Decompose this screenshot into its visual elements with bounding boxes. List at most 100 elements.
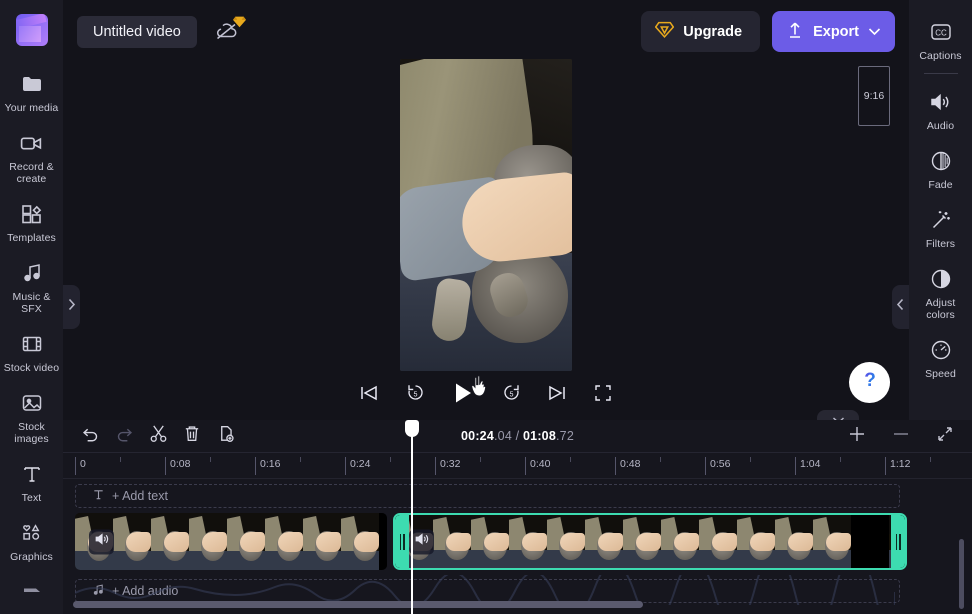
sidebar-item-audio[interactable]: Audio (909, 80, 972, 139)
video-clip-1[interactable] (75, 513, 387, 570)
sidebar-item-stock-images[interactable]: Stock images (0, 381, 63, 452)
undo-button[interactable] (77, 423, 103, 449)
duplicate-icon (217, 424, 236, 448)
sidebar-item-your-media[interactable]: Your media (0, 62, 63, 121)
aspect-ratio-badge[interactable]: 9:16 (858, 66, 890, 126)
export-button[interactable]: Export (772, 11, 895, 52)
zoom-out-button[interactable] (888, 423, 914, 449)
sidebar-item-label: Graphics (10, 551, 53, 563)
left-panel-collapse-button[interactable] (63, 285, 80, 329)
ruler-label: 0:08 (170, 458, 191, 470)
svg-text:?: ? (864, 370, 876, 391)
plus-icon (847, 424, 867, 449)
redo-button[interactable] (111, 423, 137, 449)
fullscreen-icon (593, 383, 613, 408)
upgrade-button[interactable]: Upgrade (641, 11, 761, 52)
video-clip-2[interactable]: My Precious.mp4 (393, 513, 907, 570)
speedometer-icon (928, 337, 954, 363)
music-note-icon (19, 260, 45, 286)
video-preview[interactable] (400, 59, 572, 371)
scissors-icon (149, 424, 168, 448)
undo-arrow-icon (81, 425, 100, 448)
chevron-down-icon (868, 24, 881, 40)
sidebar-item-label: Templates (7, 232, 56, 244)
fit-to-screen-button[interactable] (932, 423, 958, 449)
sidebar-item-label: Fade (928, 179, 953, 191)
sidebar-item-music-sfx[interactable]: Music & SFX (0, 251, 63, 322)
sidebar-item-label: Stock images (14, 421, 49, 445)
skip-to-start-button[interactable] (356, 382, 382, 408)
film-strip-icon (19, 331, 45, 357)
text-t-icon (19, 461, 45, 487)
project-title-input[interactable]: Untitled video (77, 15, 197, 48)
timeline-zoom-controls (844, 423, 958, 449)
sidebar-item-label: Audio (926, 120, 955, 132)
clip-mute-indicator[interactable] (89, 529, 114, 554)
question-mark-icon: ? (859, 368, 881, 398)
clip-trim-handle-left[interactable] (395, 515, 409, 568)
sidebar-item-adjust-colors[interactable]: Adjust colors (909, 257, 972, 328)
svg-text:CC: CC (935, 28, 947, 37)
speaker-muted-icon (94, 532, 110, 552)
left-sidebar-items: Your media Record & create Templates Mus… (0, 62, 63, 605)
rewind-5-icon: 5 (405, 382, 426, 408)
sidebar-item-record-create[interactable]: Record & create (0, 121, 63, 192)
current-time-frames: .04 (494, 429, 512, 443)
ruler-label: 0:24 (350, 458, 371, 470)
fit-to-screen-icon (936, 425, 954, 448)
duplicate-button[interactable] (213, 423, 239, 449)
chevron-right-icon (67, 298, 76, 316)
speaker-icon (928, 89, 954, 115)
sidebar-item-label: Filters (925, 238, 956, 250)
sidebar-item-stock-video[interactable]: Stock video (0, 322, 63, 381)
zoom-in-button[interactable] (844, 423, 870, 449)
half-circle-icon (928, 266, 954, 292)
sidebar-item-brand-kit[interactable] (0, 570, 63, 605)
skip-to-end-button[interactable] (544, 382, 570, 408)
sync-status-button[interactable] (213, 16, 246, 47)
sidebar-item-label: Music & SFX (12, 291, 51, 315)
minus-icon (891, 424, 911, 449)
sidebar-item-speed[interactable]: Speed (909, 328, 972, 387)
sidebar-item-captions[interactable]: CC Captions (909, 10, 972, 69)
sidebar-item-filters[interactable]: Filters (909, 198, 972, 257)
upload-arrow-icon (786, 20, 804, 43)
rewind-5-button[interactable]: 5 (402, 382, 428, 408)
playback-controls: 5 5 (356, 380, 616, 410)
split-button[interactable] (145, 423, 171, 449)
timeline-horizontal-scrollbar[interactable] (63, 598, 972, 611)
ruler-label: 0:56 (710, 458, 731, 470)
sidebar-divider (923, 73, 958, 74)
add-text-label: + Add text (112, 489, 168, 503)
delete-button[interactable] (179, 423, 205, 449)
scrollbar-thumb[interactable] (73, 601, 643, 608)
sidebar-item-fade[interactable]: Fade (909, 139, 972, 198)
total-time-frames: .72 (556, 429, 574, 443)
sidebar-item-graphics[interactable]: Graphics (0, 511, 63, 570)
play-button[interactable] (448, 380, 478, 410)
video-camera-icon (19, 130, 45, 156)
preview-stage: 9:16 5 5 ? (63, 59, 909, 429)
sidebar-item-text[interactable]: Text (0, 452, 63, 511)
templates-grid-icon (19, 201, 45, 227)
app-logo-icon[interactable] (15, 14, 48, 46)
clip-mute-indicator[interactable] (409, 529, 434, 554)
clip-trim-handle-right[interactable] (891, 515, 905, 568)
sidebar-item-templates[interactable]: Templates (0, 192, 63, 251)
image-icon (19, 390, 45, 416)
svg-text:5: 5 (509, 390, 513, 398)
text-t-icon (92, 488, 105, 504)
diamond-icon (654, 20, 675, 43)
total-time: 01:08 (523, 429, 556, 443)
add-text-track[interactable]: + Add text (75, 484, 900, 508)
ruler-label: 0:40 (530, 458, 551, 470)
timeline-ruler[interactable]: 0 0:08 0:16 0:24 0:32 0:40 0:48 0:56 1:0… (63, 453, 972, 479)
help-button[interactable]: ? (849, 362, 890, 403)
sidebar-item-label: Adjust colors (925, 297, 956, 321)
fullscreen-button[interactable] (590, 382, 616, 408)
right-panel-collapse-button[interactable] (892, 285, 909, 329)
timeline-panel: 00:24.04 / 01:08.72 0 0:08 0:16 0:24 0:3… (63, 420, 972, 614)
sidebar-item-label: Speed (925, 368, 956, 380)
cloud-off-icon (213, 22, 241, 47)
forward-5-button[interactable]: 5 (498, 382, 524, 408)
